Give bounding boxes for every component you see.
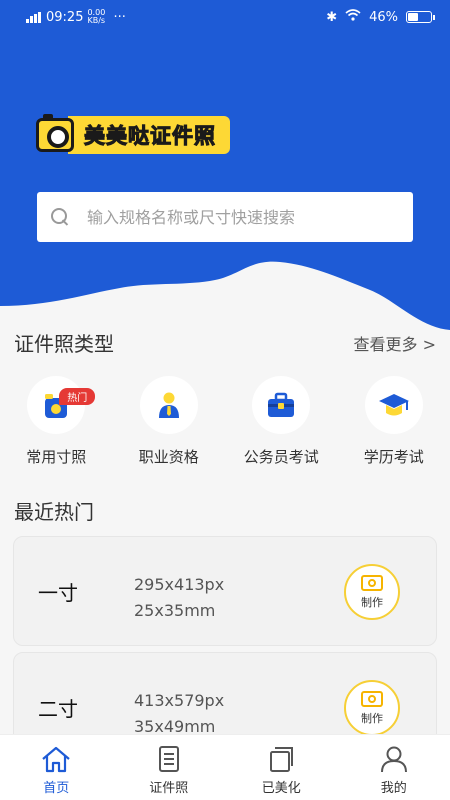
id-types-header: 证件照类型 查看更多 > — [14, 328, 436, 357]
size-name: 二寸 — [38, 697, 78, 721]
make-label: 制作 — [361, 711, 383, 725]
brand-title: 美美哒证件照 — [68, 116, 230, 154]
id-type-label: 常用寸照 — [26, 448, 87, 466]
status-time: 09:25 — [46, 9, 84, 25]
id-types-title: 证件照类型 — [14, 332, 114, 356]
professional-icon — [158, 392, 179, 418]
id-type-education[interactable]: 学历考试 — [338, 376, 450, 467]
hero-banner — [0, 0, 450, 330]
user-icon — [380, 746, 407, 773]
status-bar: 09:25 0.00 KB/s ··· ✱ 46% — [0, 0, 450, 36]
recent-item-card[interactable]: 一寸 295x413px 25x35mm 制作 — [13, 536, 437, 646]
search-icon — [51, 208, 69, 226]
home-icon — [42, 746, 70, 773]
pixel-size: 413x579px — [134, 691, 225, 710]
size-name: 一寸 — [38, 581, 78, 605]
bluetooth-icon: ✱ — [326, 9, 338, 25]
id-type-common-size[interactable]: 热门 常用寸照 — [0, 376, 113, 467]
tab-home[interactable]: 首页 — [0, 735, 113, 800]
id-type-label: 学历考试 — [363, 448, 424, 466]
recent-header: 最近热门 — [14, 496, 436, 525]
tab-beautified[interactable]: 已美化 — [225, 735, 338, 800]
id-type-professional[interactable]: 职业资格 — [113, 376, 226, 467]
id-type-label: 职业资格 — [138, 448, 199, 466]
brand-logo: 美美哒证件照 — [36, 114, 230, 154]
make-label: 制作 — [361, 595, 383, 609]
id-type-grid: 热门 常用寸照 职业资格 公务员考试 学历考试 — [0, 376, 450, 467]
camera-icon — [361, 574, 383, 591]
tab-label: 证件照 — [149, 781, 189, 796]
briefcase-icon — [268, 392, 295, 417]
graduation-cap-icon — [378, 394, 409, 416]
hero-wave-background — [0, 0, 450, 330]
data-speed: 0.00 KB/s — [87, 8, 106, 25]
make-button[interactable]: 制作 — [344, 564, 400, 620]
recent-title: 最近热门 — [14, 500, 94, 524]
search-bar[interactable] — [37, 192, 413, 242]
layers-icon — [270, 747, 294, 772]
tab-label: 已美化 — [261, 781, 301, 796]
battery-percent: 46% — [369, 9, 398, 25]
more-notifications-icon: ··· — [113, 9, 126, 25]
pixel-size: 295x413px — [134, 575, 225, 594]
id-type-civil-service[interactable]: 公务员考试 — [225, 376, 338, 467]
tab-mine[interactable]: 我的 — [338, 735, 450, 800]
signal-icon — [26, 11, 42, 23]
make-button[interactable]: 制作 — [344, 680, 400, 736]
view-more-link[interactable]: 查看更多 > — [354, 331, 437, 355]
tab-label: 首页 — [43, 781, 70, 796]
camera-logo-icon — [36, 114, 74, 152]
wifi-icon — [345, 9, 361, 25]
id-type-label: 公务员考试 — [243, 448, 319, 466]
battery-icon — [406, 11, 435, 23]
hot-badge: 热门 — [59, 388, 96, 405]
tab-id-photo[interactable]: 证件照 — [113, 735, 226, 800]
camera-icon — [361, 690, 383, 707]
document-icon — [158, 746, 179, 772]
mm-size: 25x35mm — [134, 601, 216, 620]
tab-label: 我的 — [380, 781, 407, 796]
search-input[interactable] — [87, 207, 377, 227]
bottom-tab-bar: 首页 证件照 已美化 我的 — [0, 734, 450, 800]
